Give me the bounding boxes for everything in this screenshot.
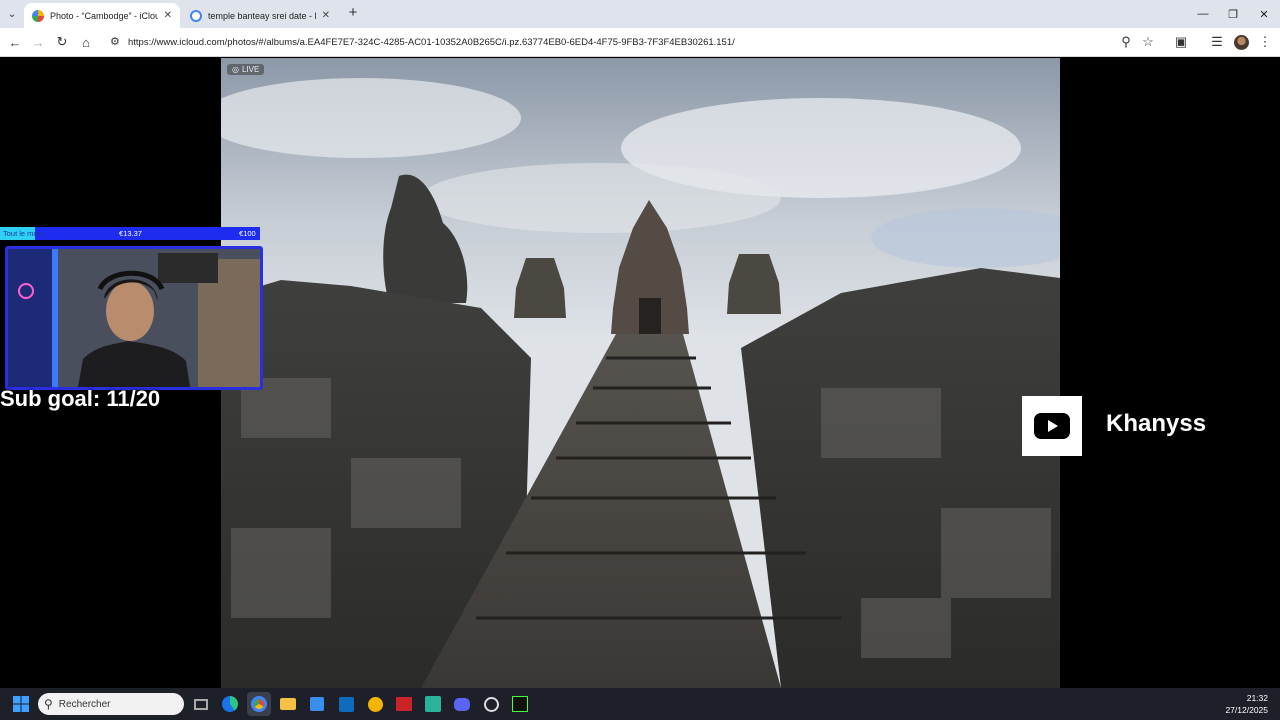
tab-icloud-photo[interactable]: Photo - “Cambodge” - iCloud P ✕ — [24, 3, 180, 28]
goal-target: €100 — [239, 229, 256, 238]
search-placeholder: Rechercher — [58, 698, 111, 710]
youtube-play-icon — [1034, 413, 1070, 439]
screen: ⌄ Photo - “Cambodge” - iCloud P ✕ temple… — [0, 0, 1280, 720]
reload-icon[interactable]: ↻ — [53, 33, 71, 51]
sub-goal-text: Sub goal: 11/20 — [0, 386, 161, 411]
live-photo-badge[interactable]: ◎ LIVE — [227, 64, 265, 75]
voicemeeter-icon[interactable] — [392, 692, 416, 716]
page-content: ◎ LIVE Tout le mois: €13.37 €100 Sub goa… — [0, 58, 1280, 688]
taskbar-search-box[interactable]: ⚲ Rechercher — [38, 693, 184, 715]
new-tab-button[interactable]: + — [345, 5, 361, 21]
close-tab-icon[interactable]: ✕ — [322, 10, 330, 21]
close-tab-icon[interactable]: ✕ — [164, 10, 172, 21]
minimize-icon[interactable]: — — [1188, 0, 1218, 28]
clock-date: 27/12/2025 — [1225, 705, 1268, 715]
norton-icon[interactable] — [363, 692, 387, 716]
browser-toolbar: ← → ↻ ⌂ ⚙ https://www.icloud.com/photos/… — [0, 28, 1280, 57]
site-settings-icon[interactable]: ⚙ — [110, 35, 120, 48]
bookmark-star-icon[interactable]: ☆ — [1139, 33, 1157, 51]
tab-google-search[interactable]: temple banteay srei date - Rech ✕ — [182, 3, 338, 28]
webcam-image — [8, 249, 260, 387]
file-explorer-icon[interactable] — [276, 692, 300, 716]
tab-search-chevron-icon[interactable]: ⌄ — [0, 0, 24, 28]
youtube-logo-box — [1022, 396, 1082, 456]
tab-title: temple banteay srei date - Rech — [208, 10, 316, 21]
clock-time: 21:32 — [1246, 693, 1268, 703]
profile-avatar[interactable] — [1232, 33, 1250, 51]
tab-strip: ⌄ Photo - “Cambodge” - iCloud P ✕ temple… — [0, 0, 1280, 28]
more-menu-icon[interactable]: ⋮ — [1256, 33, 1274, 51]
back-arrow-icon[interactable]: ← — [6, 33, 24, 51]
windows-start-icon[interactable] — [9, 692, 33, 716]
search-icon: ⚲ — [44, 697, 53, 711]
zoom-icon[interactable]: ⚲ — [1117, 33, 1135, 51]
url-text: https://www.icloud.com/photos/#/albums/a… — [128, 37, 735, 48]
outlook-icon[interactable] — [334, 692, 358, 716]
restore-icon[interactable]: ❐ — [1218, 0, 1248, 28]
audio-app-icon[interactable] — [508, 692, 532, 716]
goal-current: €13.37 — [119, 229, 142, 238]
webcam-feed — [5, 246, 263, 390]
windows-taskbar: ⚲ Rechercher 21:32 27/12/2025 — [0, 688, 1280, 720]
donation-goal-bar: Tout le mois: €13.37 €100 — [0, 227, 260, 240]
temple-photo[interactable]: ◎ LIVE — [221, 58, 1060, 688]
live-photo-icon: ◎ — [232, 65, 239, 74]
close-window-icon[interactable]: ✕ — [1249, 0, 1279, 28]
streaming-app-icon[interactable] — [421, 692, 445, 716]
microsoft-store-icon[interactable] — [305, 692, 329, 716]
tab-title: Photo - “Cambodge” - iCloud P — [50, 10, 158, 21]
discord-icon[interactable] — [450, 692, 474, 716]
address-bar[interactable]: ⚙ https://www.icloud.com/photos/#/albums… — [104, 31, 1164, 54]
chrome-icon[interactable] — [247, 692, 271, 716]
forward-arrow-icon[interactable]: → — [29, 33, 47, 51]
live-label: LIVE — [241, 65, 260, 74]
system-clock[interactable]: 21:32 27/12/2025 — [1225, 692, 1268, 716]
obs-icon[interactable] — [479, 692, 503, 716]
edge-icon[interactable] — [218, 692, 242, 716]
task-view-icon[interactable] — [189, 692, 213, 716]
icloud-photos-favicon-icon — [32, 9, 44, 22]
home-icon[interactable]: ⌂ — [77, 33, 95, 51]
extensions-puzzle-icon[interactable]: ▣ — [1172, 33, 1190, 51]
google-favicon-icon — [190, 9, 202, 22]
media-controls-icon[interactable]: ☰ — [1208, 33, 1226, 51]
goal-label: Tout le mois: — [3, 229, 46, 238]
youtube-channel-name: Khanyss — [1106, 410, 1207, 437]
temple-photo-image — [221, 58, 1060, 688]
